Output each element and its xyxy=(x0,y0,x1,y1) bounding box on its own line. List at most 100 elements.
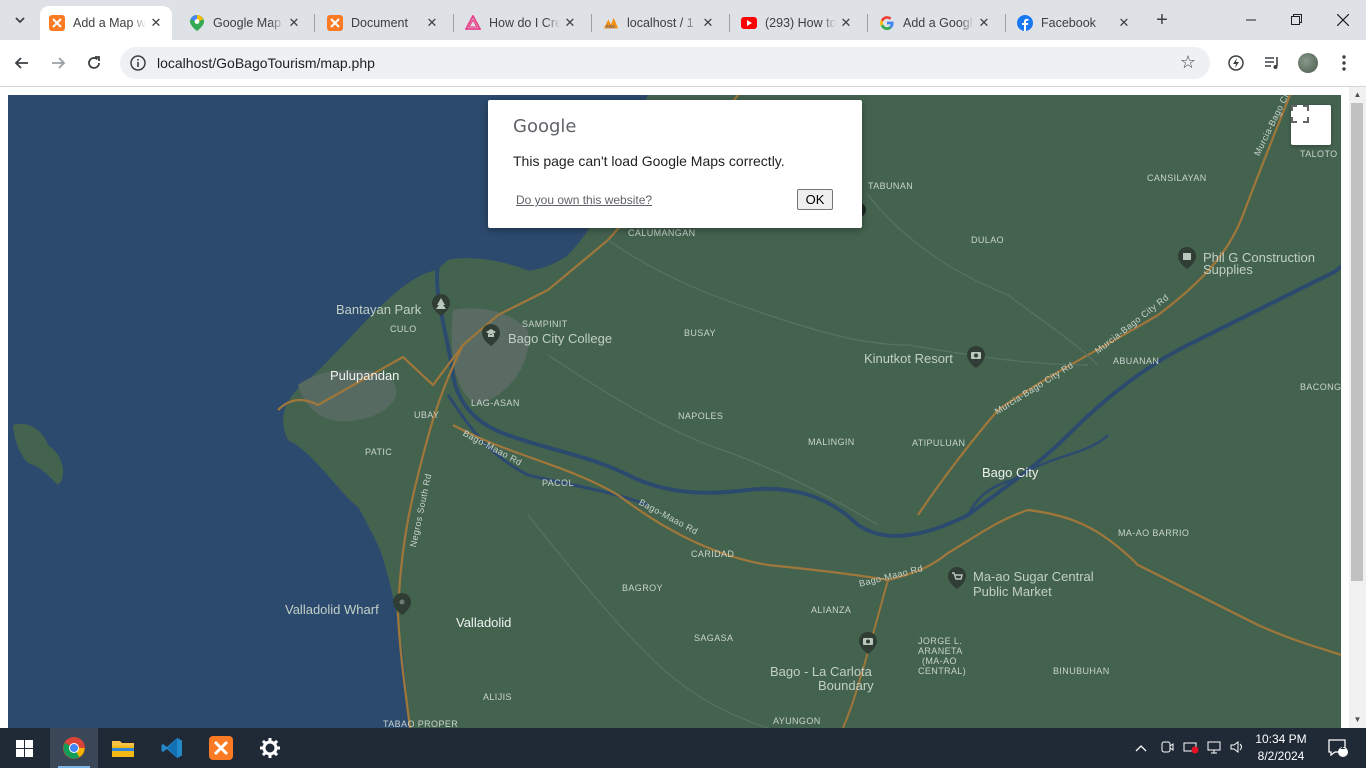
map-label-ubay: UBAY xyxy=(414,410,440,420)
map-canvas[interactable]: Bantayan Park Bago City College Pulupand… xyxy=(8,95,1341,728)
tab-youtube[interactable]: (293) How to ✕ xyxy=(732,6,862,40)
restore-button[interactable] xyxy=(1274,0,1320,40)
tab-divider xyxy=(591,14,592,32)
battery-warning-icon[interactable] xyxy=(1179,740,1203,757)
map-label-napoles: NAPOLES xyxy=(678,411,724,421)
map-label-kinutkot-resort: Kinutkot Resort xyxy=(864,351,953,366)
tab-title: How do I Cre xyxy=(489,16,560,30)
close-window-button[interactable] xyxy=(1320,0,1366,40)
taskbar-file-explorer[interactable] xyxy=(99,728,147,768)
map-label-malingin: MALINGIN xyxy=(808,437,855,447)
folder-icon xyxy=(112,741,134,757)
info-icon[interactable] xyxy=(129,54,147,72)
map-label-jorge-2: ARANETA xyxy=(918,646,963,656)
vertical-scrollbar[interactable]: ▲ ▼ xyxy=(1349,87,1366,728)
network-icon[interactable] xyxy=(1203,740,1227,757)
tab-divider xyxy=(729,14,730,32)
xampp-icon xyxy=(49,15,65,31)
ok-button[interactable]: OK xyxy=(797,189,833,210)
scroll-up-arrow-icon[interactable]: ▲ xyxy=(1349,87,1366,103)
meet-icon[interactable] xyxy=(1155,740,1179,757)
profile-avatar[interactable] xyxy=(1296,51,1320,75)
address-bar[interactable]: localhost/GoBagoTourism/map.php ☆ xyxy=(120,47,1210,79)
tab-search-button[interactable] xyxy=(6,6,34,34)
scroll-down-arrow-icon[interactable]: ▼ xyxy=(1349,712,1366,728)
taskbar-clock[interactable]: 10:34 PM 8/2/2024 xyxy=(1248,731,1314,765)
close-icon[interactable]: ✕ xyxy=(836,15,856,31)
start-button[interactable] xyxy=(0,728,48,768)
map-label-pulupandan: Pulupandan xyxy=(330,368,400,383)
tab-how-do-i-create[interactable]: How do I Cre ✕ xyxy=(456,6,586,40)
menu-button[interactable] xyxy=(1332,51,1356,75)
map-label-atipuluan: ATIPULUAN xyxy=(912,438,966,448)
taskbar-chrome[interactable] xyxy=(50,728,98,768)
map-label-pacol: PACOL xyxy=(542,478,574,488)
tab-add-a-google[interactable]: Add a Googl ✕ xyxy=(870,6,1000,40)
close-icon[interactable]: ✕ xyxy=(1114,15,1134,31)
notification-count: 1 xyxy=(1340,741,1346,751)
tab-facebook[interactable]: Facebook ✕ xyxy=(1008,6,1140,40)
close-icon[interactable]: ✕ xyxy=(146,15,166,31)
arrow-right-icon xyxy=(52,57,66,69)
map-label-alijis: ALIJIS xyxy=(483,692,512,702)
performance-icon[interactable] xyxy=(1224,51,1248,75)
tab-google-maps[interactable]: Google Map ✕ xyxy=(180,6,310,40)
map-label-maao-market: Public Market xyxy=(973,584,1052,599)
browser-toolbar: localhost/GoBagoTourism/map.php ☆ xyxy=(0,40,1366,86)
notifications-button[interactable]: 1 xyxy=(1320,728,1356,768)
map-label-abuanan: ABUANAN xyxy=(1113,356,1160,366)
taskbar-settings[interactable] xyxy=(246,728,294,768)
taskbar-vscode[interactable] xyxy=(148,728,196,768)
map-label-boundary-1: Bago - La Carlota xyxy=(770,664,872,679)
google-icon xyxy=(879,15,895,31)
scrollbar-thumb[interactable] xyxy=(1351,103,1363,581)
media-control-icon[interactable] xyxy=(1260,51,1284,75)
forward-button[interactable] xyxy=(44,49,72,77)
chevron-down-icon xyxy=(15,17,25,24)
close-icon[interactable]: ✕ xyxy=(284,15,304,31)
close-icon[interactable]: ✕ xyxy=(974,15,994,31)
taskbar-xampp[interactable] xyxy=(197,728,245,768)
google-maps-icon xyxy=(189,15,205,31)
fullscreen-icon xyxy=(1291,105,1309,123)
back-button[interactable] xyxy=(8,49,36,77)
tab-title: (293) How to xyxy=(765,16,836,30)
chrome-icon xyxy=(63,737,85,759)
map-label-dulao: DULAO xyxy=(971,235,1005,245)
map-label-sampinit: SAMPINIT xyxy=(522,319,568,329)
system-tray xyxy=(1133,728,1249,768)
own-website-link[interactable]: Do you own this website? xyxy=(516,193,652,207)
close-icon[interactable]: ✕ xyxy=(560,15,580,31)
map-label-cansilayan: CANSILAYAN xyxy=(1147,173,1207,183)
close-icon[interactable]: ✕ xyxy=(422,15,442,31)
maps-error-dialog: Google This page can't load Google Maps … xyxy=(488,100,862,228)
avatar xyxy=(1298,53,1318,73)
tab-strip: Add a Map w ✕ Google Map ✕ Document ✕ Ho… xyxy=(0,0,1366,40)
facebook-icon xyxy=(1017,15,1033,31)
new-tab-button[interactable]: + xyxy=(1150,8,1174,32)
gear-icon xyxy=(260,738,280,758)
bookmark-star-icon[interactable]: ☆ xyxy=(1180,52,1196,73)
minimize-button[interactable] xyxy=(1228,0,1274,40)
map-label-bago-city-college: Bago City College xyxy=(508,331,613,346)
url-text[interactable]: localhost/GoBagoTourism/map.php xyxy=(157,55,375,71)
close-icon[interactable]: ✕ xyxy=(698,15,718,31)
map-label-phil-g-2: Supplies xyxy=(1203,262,1253,277)
tab-add-a-map[interactable]: Add a Map w ✕ xyxy=(40,6,172,40)
tab-title: Google Map xyxy=(213,16,282,30)
chevron-up-icon[interactable] xyxy=(1133,741,1149,755)
fullscreen-button[interactable] xyxy=(1291,105,1331,145)
map-label-culo: CULO xyxy=(390,324,417,334)
reload-button[interactable] xyxy=(80,49,108,77)
tab-document[interactable]: Document ✕ xyxy=(318,6,448,40)
map-label-patic: PATIC xyxy=(365,447,393,457)
clock-date: 8/2/2024 xyxy=(1257,749,1305,763)
svg-text:PMA: PMA xyxy=(606,24,616,30)
error-message: This page can't load Google Maps correct… xyxy=(513,153,785,169)
volume-icon[interactable] xyxy=(1227,740,1249,757)
map-label-jorge-1: JORGE L. xyxy=(918,636,963,646)
tab-divider xyxy=(867,14,868,32)
stackblitz-icon xyxy=(465,15,481,31)
map-label-boundary-2: Boundary xyxy=(818,678,874,693)
tab-phpmyadmin[interactable]: PMA localhost / 1 ✕ xyxy=(594,6,724,40)
